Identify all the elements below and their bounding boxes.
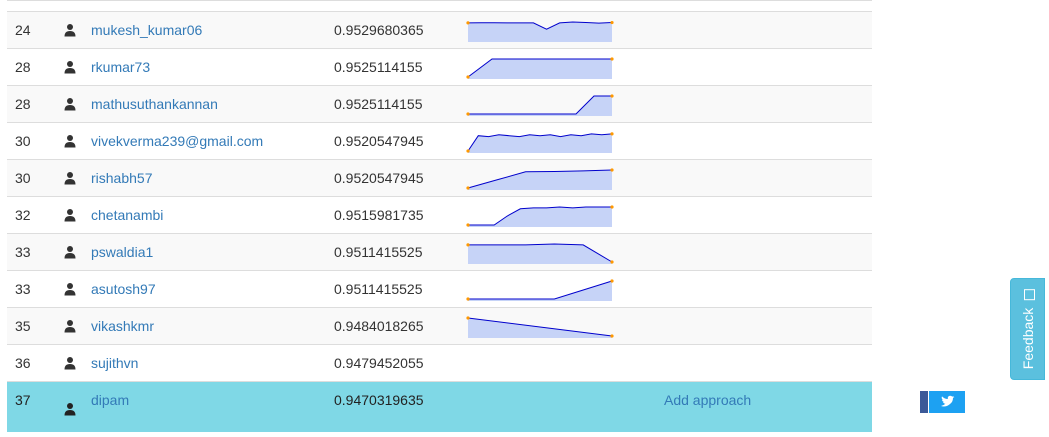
score-cell: 0.9470319635	[334, 392, 424, 408]
score-cell: 0.9520547945	[334, 170, 424, 186]
rank-cell: 33	[15, 281, 31, 297]
rank-cell: 37	[15, 392, 31, 408]
sparkline-marker	[466, 112, 470, 116]
username-link[interactable]: pswaldia1	[91, 234, 153, 270]
current-user-row: 37 dipam 0.9470319635 Add approach	[7, 382, 872, 432]
sparkline-area	[468, 207, 612, 227]
score-cell: 0.9520547945	[334, 133, 424, 149]
username-link[interactable]: rishabh57	[91, 160, 153, 196]
table-row: 28 rkumar73 0.9525114155	[7, 49, 872, 86]
table-row: 35 vikashkmr 0.9484018265	[7, 308, 872, 345]
sparkline-marker	[466, 243, 470, 247]
user-icon	[63, 208, 77, 222]
score-cell: 0.9484018265	[334, 318, 424, 334]
user-icon	[63, 319, 77, 333]
sparkline-marker	[466, 297, 470, 301]
sparkline-marker	[466, 223, 470, 227]
score-sparkline	[466, 57, 614, 79]
sparkline-marker	[466, 316, 470, 320]
sparkline-marker	[610, 279, 614, 283]
score-cell: 0.9511415525	[334, 244, 423, 260]
feedback-label: Feedback	[1020, 288, 1036, 369]
table-row: 36 sujithvn 0.9479452055	[7, 345, 872, 382]
sparkline-marker	[610, 94, 614, 98]
user-icon	[63, 356, 77, 370]
user-icon	[63, 245, 77, 259]
feedback-icon	[1023, 288, 1035, 300]
username-link[interactable]: chetanambi	[91, 197, 163, 233]
username-link[interactable]: asutosh97	[91, 271, 156, 307]
user-icon	[63, 97, 77, 111]
rank-cell: 30	[15, 133, 31, 149]
user-icon	[63, 393, 77, 429]
sparkline-area	[468, 170, 612, 190]
score-sparkline	[466, 279, 614, 301]
user-icon	[63, 134, 77, 148]
sparkline-marker	[466, 186, 470, 190]
sparkline-marker	[466, 149, 470, 153]
score-sparkline	[466, 20, 614, 42]
username-link[interactable]: mathusuthankannan	[91, 86, 218, 122]
score-cell: 0.9529680365	[334, 22, 424, 38]
score-cell: 0.9515981735	[334, 207, 424, 223]
username-link[interactable]: dipam	[91, 382, 129, 418]
table-row: 33 asutosh97 0.9511415525	[7, 271, 872, 308]
table-row: 30 rishabh57 0.9520547945	[7, 160, 872, 197]
add-approach-link[interactable]: Add approach	[664, 382, 751, 418]
score-cell: 0.9525114155	[334, 96, 423, 112]
table-row: 33 pswaldia1 0.9511415525	[7, 234, 872, 271]
sparkline-area	[468, 281, 612, 301]
leaderboard-rows: 24 mukesh_kumar06 0.9529680365 28 rkumar73 0.…	[7, 12, 872, 382]
sparkline-marker	[610, 57, 614, 61]
score-sparkline	[466, 205, 614, 227]
user-icon	[63, 171, 77, 185]
table-row: 24 mukesh_kumar06 0.9529680365	[7, 12, 872, 49]
username-link[interactable]: mukesh_kumar06	[91, 12, 202, 48]
sparkline-marker	[610, 168, 614, 172]
rank-cell: 32	[15, 207, 31, 223]
score-sparkline	[466, 132, 614, 153]
table-top-divider	[7, 1, 872, 12]
facebook-icon[interactable]	[920, 391, 928, 413]
score-cell: 0.9525114155	[334, 59, 423, 75]
sparkline-marker	[610, 334, 614, 338]
feedback-tab[interactable]: Feedback	[1010, 278, 1045, 380]
username-link[interactable]: rkumar73	[91, 49, 150, 85]
score-cell: 0.9479452055	[334, 355, 424, 371]
sparkline-marker	[610, 20, 614, 25]
rank-cell: 33	[15, 244, 31, 260]
user-icon	[63, 282, 77, 296]
table-row: 32 chetanambi 0.9515981735	[7, 197, 872, 234]
sparkline-area	[468, 22, 612, 42]
rank-cell: 35	[15, 318, 31, 334]
rank-cell: 36	[15, 355, 31, 371]
sparkline-marker	[466, 21, 470, 25]
score-sparkline	[466, 243, 614, 264]
rank-cell: 24	[15, 22, 31, 38]
user-icon	[63, 60, 77, 74]
table-row: 28 mathusuthankannan 0.9525114155	[7, 86, 872, 123]
leaderboard-table: 24 mukesh_kumar06 0.9529680365 28 rkumar73 0.…	[7, 0, 872, 437]
rank-cell: 28	[15, 96, 31, 112]
score-cell: 0.9511415525	[334, 281, 423, 297]
twitter-icon[interactable]	[929, 391, 965, 413]
user-icon	[63, 23, 77, 37]
username-link[interactable]: sujithvn	[91, 345, 138, 381]
sparkline-marker	[610, 132, 614, 136]
sparkline-area	[468, 244, 612, 264]
table-row: 30 vivekverma239@gmail.com 0.9520547945	[7, 123, 872, 160]
username-link[interactable]: vikashkmr	[91, 308, 154, 344]
score-sparkline	[466, 168, 614, 190]
sparkline-marker	[610, 205, 614, 209]
rank-cell: 30	[15, 170, 31, 186]
sparkline-marker	[466, 75, 470, 79]
username-link[interactable]: vivekverma239@gmail.com	[91, 123, 263, 159]
score-sparkline	[466, 316, 614, 338]
sparkline-marker	[610, 260, 614, 264]
rank-cell: 28	[15, 59, 31, 75]
sparkline-area	[468, 59, 612, 79]
score-sparkline	[466, 94, 614, 116]
